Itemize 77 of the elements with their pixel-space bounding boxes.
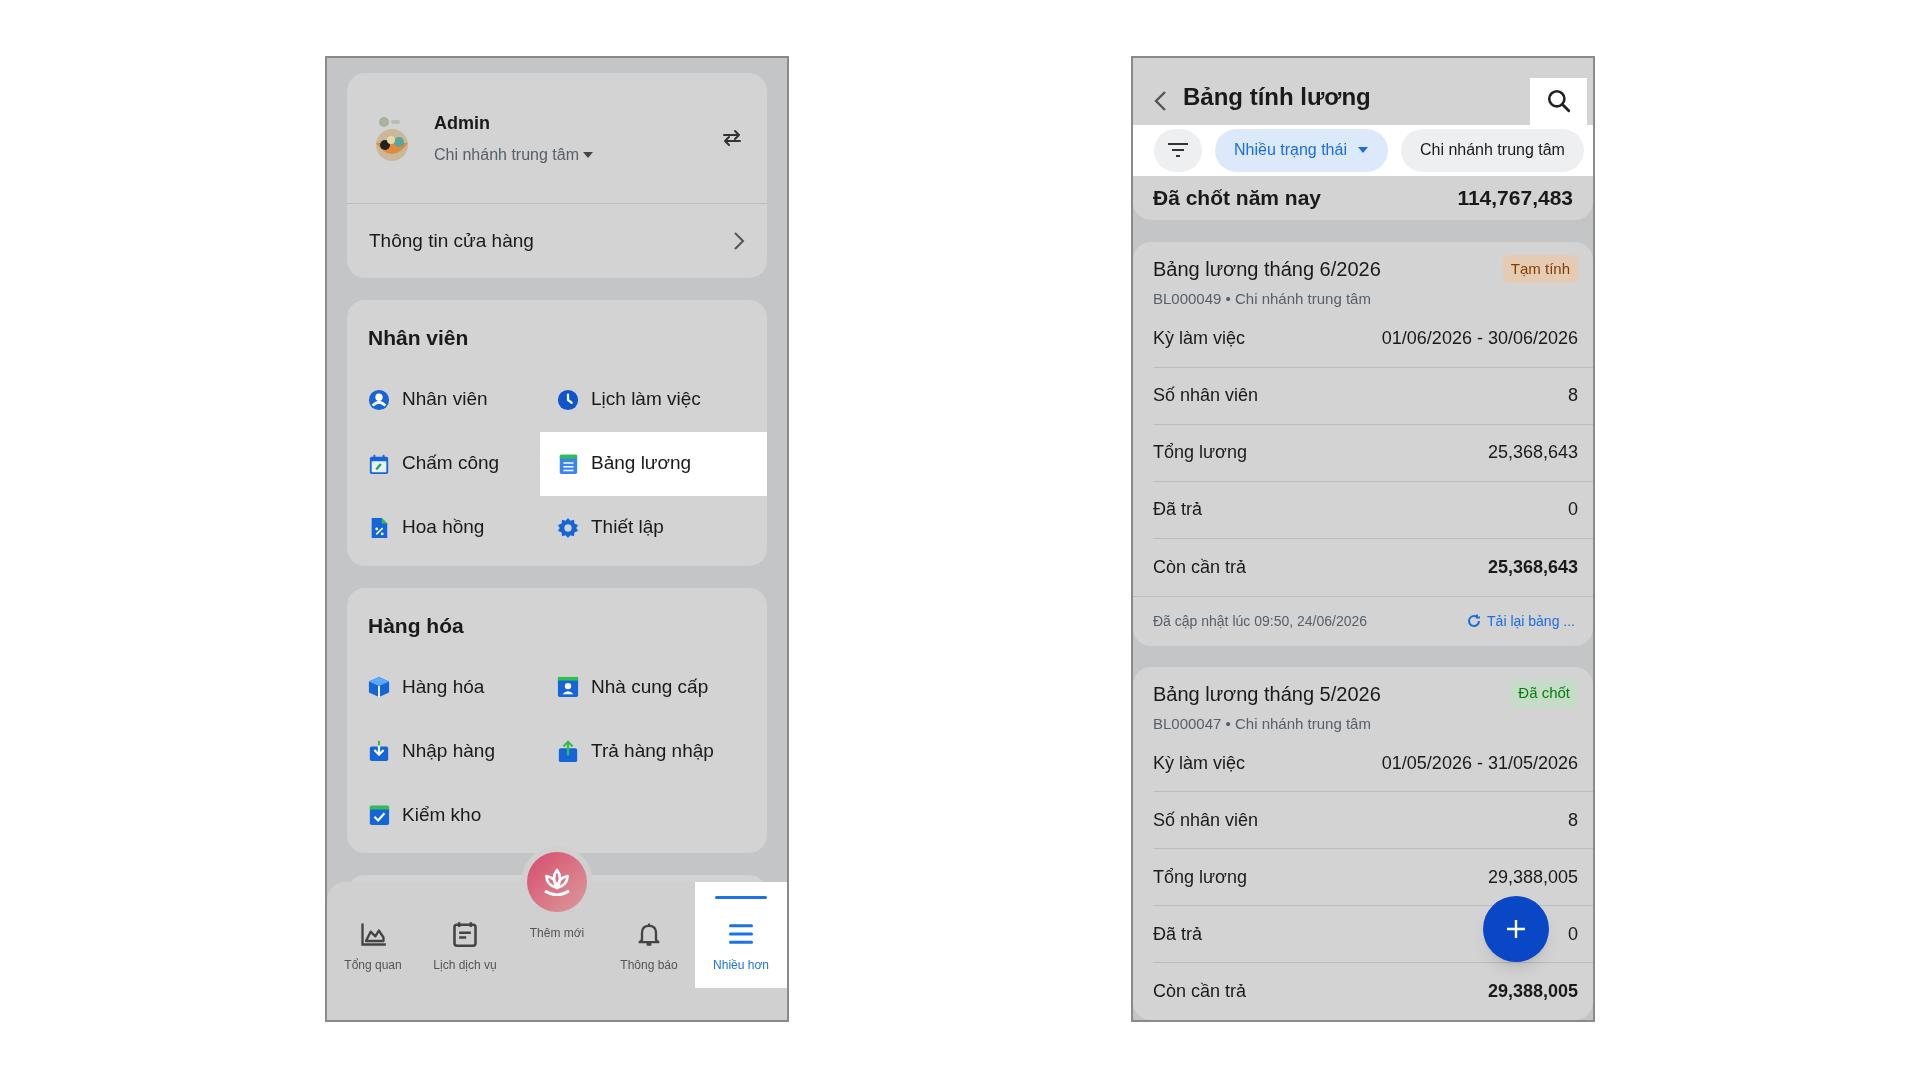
payroll-title: Bảng lương tháng 6/2026 (1153, 257, 1381, 282)
menu-item[interactable]: Hoa hồng (347, 495, 540, 560)
section-title: Nhân viên (367, 325, 470, 351)
row-label: Tổng lương (1153, 441, 1247, 464)
box-arrow-up-icon (557, 740, 579, 762)
menu-item[interactable]: Nhập hàng (347, 719, 540, 783)
switch-icon[interactable] (721, 127, 743, 149)
row-value: 8 (1568, 384, 1578, 407)
back-icon[interactable] (1153, 89, 1167, 112)
nav-tab[interactable]: Tổng quan (327, 882, 419, 988)
refresh-icon (1467, 614, 1482, 628)
status-badge: Tạm tính (1502, 254, 1578, 284)
menu-item[interactable]: Nhân viên (347, 367, 540, 432)
page-title: Bảng tính lương (1183, 81, 1372, 112)
add-new-tab[interactable]: Thêm mới (511, 848, 603, 968)
menu-item[interactable]: Trả hàng nhập (540, 719, 767, 783)
filter-button[interactable] (1154, 128, 1202, 172)
payroll-card[interactable] (1133, 242, 1593, 646)
payroll-subtitle: BL000047 • Chi nhánh trung tâm (1153, 713, 1372, 734)
search-button[interactable] (1530, 77, 1587, 125)
menu-item[interactable]: Hàng hóa (347, 655, 540, 719)
row-value: 25,368,643 (1487, 555, 1578, 579)
filter-chip[interactable]: Chi nhánh trung tâm (1400, 128, 1584, 172)
row-value: 25,368,643 (1487, 441, 1578, 464)
plus-icon (1505, 918, 1527, 940)
payroll-title: Bảng lương tháng 5/2026 (1153, 681, 1381, 707)
person-icon (368, 388, 390, 411)
row-value: 8 (1568, 808, 1578, 832)
row-label: Còn cần trả (1153, 980, 1247, 1003)
menu-item[interactable]: Kiểm kho (347, 783, 540, 847)
status-badge: Đã chốt (1510, 679, 1578, 708)
row-label: Đã trả (1153, 922, 1203, 946)
update-time: Đã cập nhật lúc 09:50, 24/06/2026 (1153, 611, 1368, 631)
menu-item[interactable]: Nhà cung cấp (540, 655, 767, 719)
user-name: Admin (434, 111, 491, 135)
clock-icon (557, 388, 579, 411)
cube-icon (368, 676, 390, 698)
checklist-icon (368, 804, 390, 826)
store-info-row[interactable]: Thông tin cửa hàng (347, 204, 767, 278)
nav-tab[interactable]: Nhiều hơn (695, 882, 787, 988)
row-value: 29,388,005 (1487, 980, 1578, 1003)
row-label: Kỳ làm việc (1153, 327, 1246, 350)
gear-icon (557, 516, 579, 539)
calendar-icon (368, 452, 390, 475)
contact-card-icon (557, 676, 579, 698)
menu-item[interactable]: Chấm công (347, 431, 540, 496)
row-value: 0 (1568, 498, 1578, 521)
row-label: Số nhân viên (1153, 384, 1259, 407)
row-label: Tổng lương (1153, 865, 1247, 889)
branch-dropdown[interactable]: Chi nhánh trung tâm (434, 142, 721, 167)
calendar-icon (451, 920, 479, 948)
menu-item[interactable]: Lịch làm việc (540, 367, 767, 432)
summary-label: Đã chốt năm nay (1153, 185, 1322, 211)
summary-value: 114,767,483 (1457, 185, 1573, 211)
filter-icon (1167, 142, 1189, 159)
row-value: 29,388,005 (1487, 865, 1578, 889)
menu-item[interactable]: Thiết lập (540, 495, 767, 560)
nav-tab[interactable]: Thông báo (603, 882, 695, 988)
row-value: 01/05/2026 - 31/05/2026 (1381, 751, 1578, 775)
search-icon (1545, 88, 1572, 115)
row-value: 0 (1568, 922, 1578, 946)
menu-item[interactable]: Bảng lương (540, 431, 767, 496)
section-title: Hàng hóa (367, 612, 465, 639)
box-arrow-down-icon (368, 740, 390, 762)
row-value: 01/06/2026 - 30/06/2026 (1381, 327, 1578, 350)
chevron-right-icon (733, 231, 745, 251)
caret-icon (1356, 146, 1369, 155)
row-label: Còn cần trả (1153, 555, 1247, 579)
payroll-card[interactable]: Bảng lương tháng 5/2026 Đã chốt BL000047 • Chi nhánh trung tâm Kỳ làm việc 01/05/2026 - 31/05/2026 Số nhân viên 8 Tổng lương 29,388,005 Đã trả 0 Còn cần trả 29,388,005 (1133, 666, 1593, 1020)
row-label: Số nhân viên (1153, 808, 1259, 832)
caret-icon (582, 150, 594, 159)
row-label: Kỳ làm việc (1153, 751, 1246, 775)
nav-tab[interactable]: Lịch dịch vụ (419, 882, 511, 988)
row-label: Đã trả (1153, 498, 1203, 521)
document-icon (557, 452, 579, 475)
payroll-subtitle: BL000049 • Chi nhánh trung tâm (1153, 289, 1372, 309)
filter-chip[interactable]: Nhiều trạng thái (1215, 128, 1388, 172)
